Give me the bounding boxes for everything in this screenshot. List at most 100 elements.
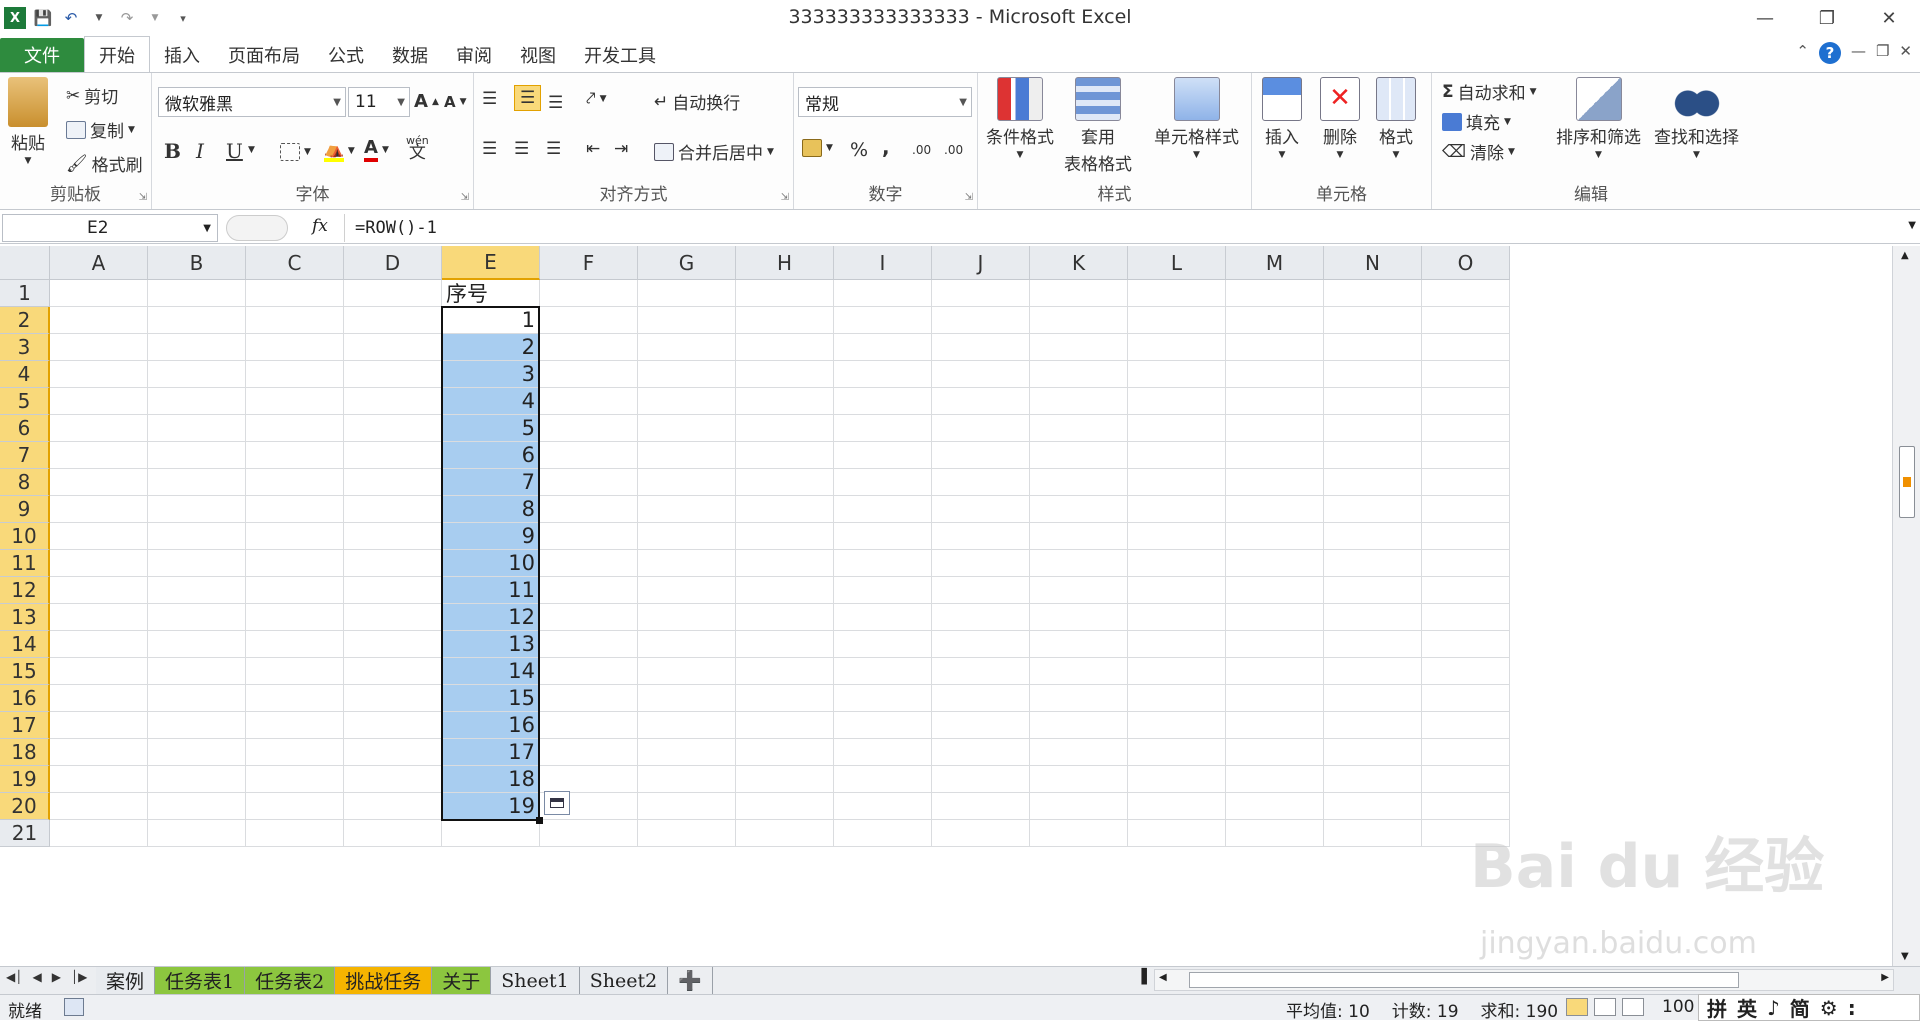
- cell-n4[interactable]: [1324, 361, 1422, 388]
- cell-a1[interactable]: [50, 280, 148, 307]
- cell-b8[interactable]: [148, 469, 246, 496]
- cell-d8[interactable]: [344, 469, 442, 496]
- cell-f16[interactable]: [540, 685, 638, 712]
- cell-g7[interactable]: [638, 442, 736, 469]
- close-workbook-icon[interactable]: ✕: [1899, 42, 1912, 64]
- cell-m6[interactable]: [1226, 415, 1324, 442]
- cell-c1[interactable]: [246, 280, 344, 307]
- cell-o3[interactable]: [1422, 334, 1510, 361]
- font-name-combo[interactable]: 微软雅黑 ▼: [158, 87, 346, 117]
- cell-n19[interactable]: [1324, 766, 1422, 793]
- cell-l6[interactable]: [1128, 415, 1226, 442]
- row-header-14[interactable]: 14: [0, 631, 50, 658]
- last-sheet-icon[interactable]: │▶: [71, 970, 87, 984]
- cell-d2[interactable]: [344, 307, 442, 334]
- cell-o15[interactable]: [1422, 658, 1510, 685]
- cell-n3[interactable]: [1324, 334, 1422, 361]
- vertical-scroll-thumb[interactable]: [1899, 446, 1915, 518]
- cell-i10[interactable]: [834, 523, 932, 550]
- cell-e13[interactable]: 12: [442, 604, 540, 631]
- row-header-13[interactable]: 13: [0, 604, 50, 631]
- cell-i12[interactable]: [834, 577, 932, 604]
- cell-i9[interactable]: [834, 496, 932, 523]
- cell-l14[interactable]: [1128, 631, 1226, 658]
- cell-j3[interactable]: [932, 334, 1030, 361]
- cell-c2[interactable]: [246, 307, 344, 334]
- cell-c10[interactable]: [246, 523, 344, 550]
- cell-o20[interactable]: [1422, 793, 1510, 820]
- macro-record-icon[interactable]: [64, 998, 84, 1016]
- tab-view[interactable]: 视图: [506, 38, 570, 72]
- cell-f5[interactable]: [540, 388, 638, 415]
- column-header-a[interactable]: A: [50, 246, 148, 280]
- cell-a12[interactable]: [50, 577, 148, 604]
- cell-b6[interactable]: [148, 415, 246, 442]
- cell-e2[interactable]: 1: [442, 307, 540, 334]
- cell-k12[interactable]: [1030, 577, 1128, 604]
- cell-f4[interactable]: [540, 361, 638, 388]
- insert-function-button[interactable]: fx: [312, 216, 328, 236]
- expand-formula-icon[interactable]: ▼: [1908, 220, 1916, 231]
- cell-e4[interactable]: 3: [442, 361, 540, 388]
- cell-j9[interactable]: [932, 496, 1030, 523]
- cell-e17[interactable]: 16: [442, 712, 540, 739]
- cell-g8[interactable]: [638, 469, 736, 496]
- cell-n14[interactable]: [1324, 631, 1422, 658]
- cell-i1[interactable]: [834, 280, 932, 307]
- cell-o11[interactable]: [1422, 550, 1510, 577]
- cell-e14[interactable]: 13: [442, 631, 540, 658]
- percent-button[interactable]: %: [850, 139, 868, 161]
- cell-f11[interactable]: [540, 550, 638, 577]
- cell-g15[interactable]: [638, 658, 736, 685]
- column-header-k[interactable]: K: [1030, 246, 1128, 280]
- cell-a4[interactable]: [50, 361, 148, 388]
- cell-n18[interactable]: [1324, 739, 1422, 766]
- cell-g12[interactable]: [638, 577, 736, 604]
- border-button[interactable]: ▼: [280, 143, 311, 161]
- cell-f1[interactable]: [540, 280, 638, 307]
- scroll-right-icon[interactable]: ▶: [1881, 972, 1889, 983]
- cell-m9[interactable]: [1226, 496, 1324, 523]
- cell-i8[interactable]: [834, 469, 932, 496]
- row-header-8[interactable]: 8: [0, 469, 50, 496]
- row-header-17[interactable]: 17: [0, 712, 50, 739]
- cell-n21[interactable]: [1324, 820, 1422, 847]
- cell-n15[interactable]: [1324, 658, 1422, 685]
- cell-h11[interactable]: [736, 550, 834, 577]
- cell-m7[interactable]: [1226, 442, 1324, 469]
- cell-b13[interactable]: [148, 604, 246, 631]
- tab-review[interactable]: 审阅: [442, 38, 506, 72]
- scroll-up-icon[interactable]: ▲: [1901, 250, 1909, 261]
- fill-handle[interactable]: [536, 817, 543, 824]
- sheet-tab-5[interactable]: 关于: [432, 967, 492, 994]
- cell-m13[interactable]: [1226, 604, 1324, 631]
- cell-c14[interactable]: [246, 631, 344, 658]
- ime-pinyin[interactable]: 拼: [1707, 993, 1727, 1022]
- row-header-19[interactable]: 19: [0, 766, 50, 793]
- cell-o7[interactable]: [1422, 442, 1510, 469]
- cell-c13[interactable]: [246, 604, 344, 631]
- row-header-20[interactable]: 20: [0, 793, 50, 820]
- cell-e9[interactable]: 8: [442, 496, 540, 523]
- cell-m17[interactable]: [1226, 712, 1324, 739]
- sheet-tab-7[interactable]: Sheet2: [579, 967, 669, 994]
- cell-l12[interactable]: [1128, 577, 1226, 604]
- cell-k13[interactable]: [1030, 604, 1128, 631]
- underline-button[interactable]: U: [226, 139, 243, 163]
- grow-font-button[interactable]: A ▲: [414, 91, 439, 112]
- tab-file[interactable]: 文件: [0, 38, 84, 72]
- row-header-2[interactable]: 2: [0, 307, 50, 334]
- cell-k18[interactable]: [1030, 739, 1128, 766]
- cell-k6[interactable]: [1030, 415, 1128, 442]
- minimize-icon[interactable]: —: [1734, 0, 1796, 36]
- cell-g11[interactable]: [638, 550, 736, 577]
- cell-n12[interactable]: [1324, 577, 1422, 604]
- select-all-button[interactable]: [0, 246, 50, 280]
- cell-d4[interactable]: [344, 361, 442, 388]
- cut-button[interactable]: ✂ 剪切: [66, 83, 118, 109]
- cell-k3[interactable]: [1030, 334, 1128, 361]
- cell-l9[interactable]: [1128, 496, 1226, 523]
- cell-f19[interactable]: [540, 766, 638, 793]
- cell-styles-button[interactable]: 单元格样式 ▼: [1154, 77, 1239, 160]
- cell-m10[interactable]: [1226, 523, 1324, 550]
